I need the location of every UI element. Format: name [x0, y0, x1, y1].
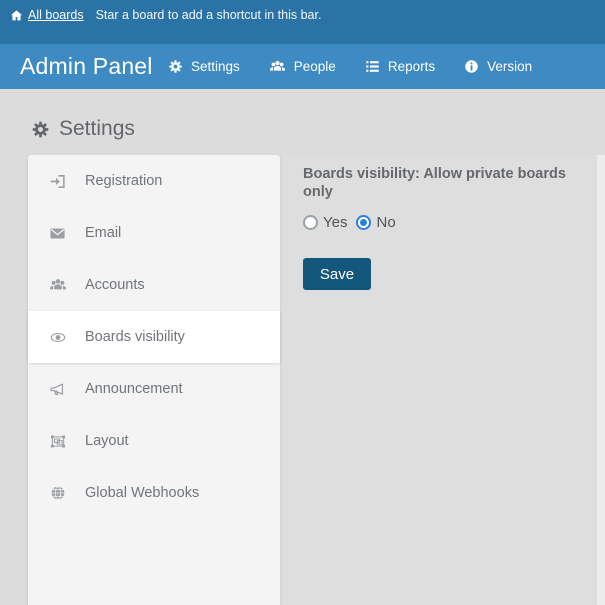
save-button[interactable]: Save — [303, 258, 371, 290]
admin-navbar: Admin Panel Settings People — [0, 44, 605, 89]
nav-label: People — [294, 59, 336, 74]
shortcut-hint: Star a board to add a shortcut in this b… — [96, 7, 322, 24]
home-icon — [10, 9, 23, 22]
sidebar-item-label: Accounts — [85, 277, 145, 293]
sidebar-item-label: Boards visibility — [85, 329, 185, 345]
nav-label: Version — [487, 59, 532, 74]
radio-option-no[interactable]: No — [356, 214, 395, 231]
panel-heading: Boards visibility: Allow private boards … — [303, 165, 588, 201]
settings-heading: Settings — [31, 117, 135, 141]
sidebar-item-label: Announcement — [85, 381, 183, 397]
nav-item-version[interactable]: Version — [464, 59, 532, 74]
page-title: Admin Panel — [20, 44, 153, 89]
gear-icon — [31, 120, 50, 139]
object-group-icon — [48, 433, 67, 450]
sidebar-item-accounts[interactable]: Accounts — [28, 259, 280, 311]
bullhorn-icon — [48, 381, 67, 398]
globe-icon — [48, 485, 67, 501]
sidebar-item-label: Email — [85, 225, 121, 241]
sidebar-item-label: Layout — [85, 433, 129, 449]
list-icon — [365, 59, 380, 74]
users-icon — [48, 277, 67, 293]
envelope-icon — [48, 225, 67, 242]
sidebar-item-label: Global Webhooks — [85, 485, 199, 501]
nav-item-settings[interactable]: Settings — [168, 59, 240, 74]
info-icon — [464, 59, 479, 74]
boards-visibility-panel: Boards visibility: Allow private boards … — [303, 155, 588, 290]
boards-visibility-options: Yes No — [303, 214, 588, 231]
settings-heading-label: Settings — [59, 117, 135, 141]
gear-icon — [168, 59, 183, 74]
sidebar-item-email[interactable]: Email — [28, 207, 280, 259]
shortcut-bar: All boards Star a board to add a shortcu… — [0, 0, 605, 44]
radio-no[interactable] — [356, 215, 371, 230]
radio-option-yes[interactable]: Yes — [303, 214, 347, 231]
settings-sidebar: Registration Email Accounts — [28, 155, 280, 605]
nav-label: Settings — [191, 59, 240, 74]
nav-label: Reports — [388, 59, 435, 74]
radio-no-label: No — [376, 214, 395, 231]
nav-item-reports[interactable]: Reports — [365, 59, 435, 74]
sidebar-item-boards-visibility[interactable]: Boards visibility — [28, 311, 280, 363]
radio-yes[interactable] — [303, 215, 318, 230]
eye-icon — [48, 329, 67, 346]
sidebar-item-layout[interactable]: Layout — [28, 415, 280, 467]
admin-nav: Settings People Reports — [168, 44, 532, 89]
people-icon — [269, 59, 286, 74]
all-boards-link[interactable]: All boards — [10, 7, 84, 24]
next-panel-edge — [597, 155, 605, 605]
sidebar-item-label: Registration — [85, 173, 162, 189]
all-boards-label: All boards — [28, 7, 84, 24]
nav-item-people[interactable]: People — [269, 59, 336, 74]
sign-in-icon — [48, 173, 67, 190]
sidebar-item-registration[interactable]: Registration — [28, 155, 280, 207]
sidebar-item-global-webhooks[interactable]: Global Webhooks — [28, 467, 280, 519]
radio-yes-label: Yes — [323, 214, 347, 231]
sidebar-item-announcement[interactable]: Announcement — [28, 363, 280, 415]
